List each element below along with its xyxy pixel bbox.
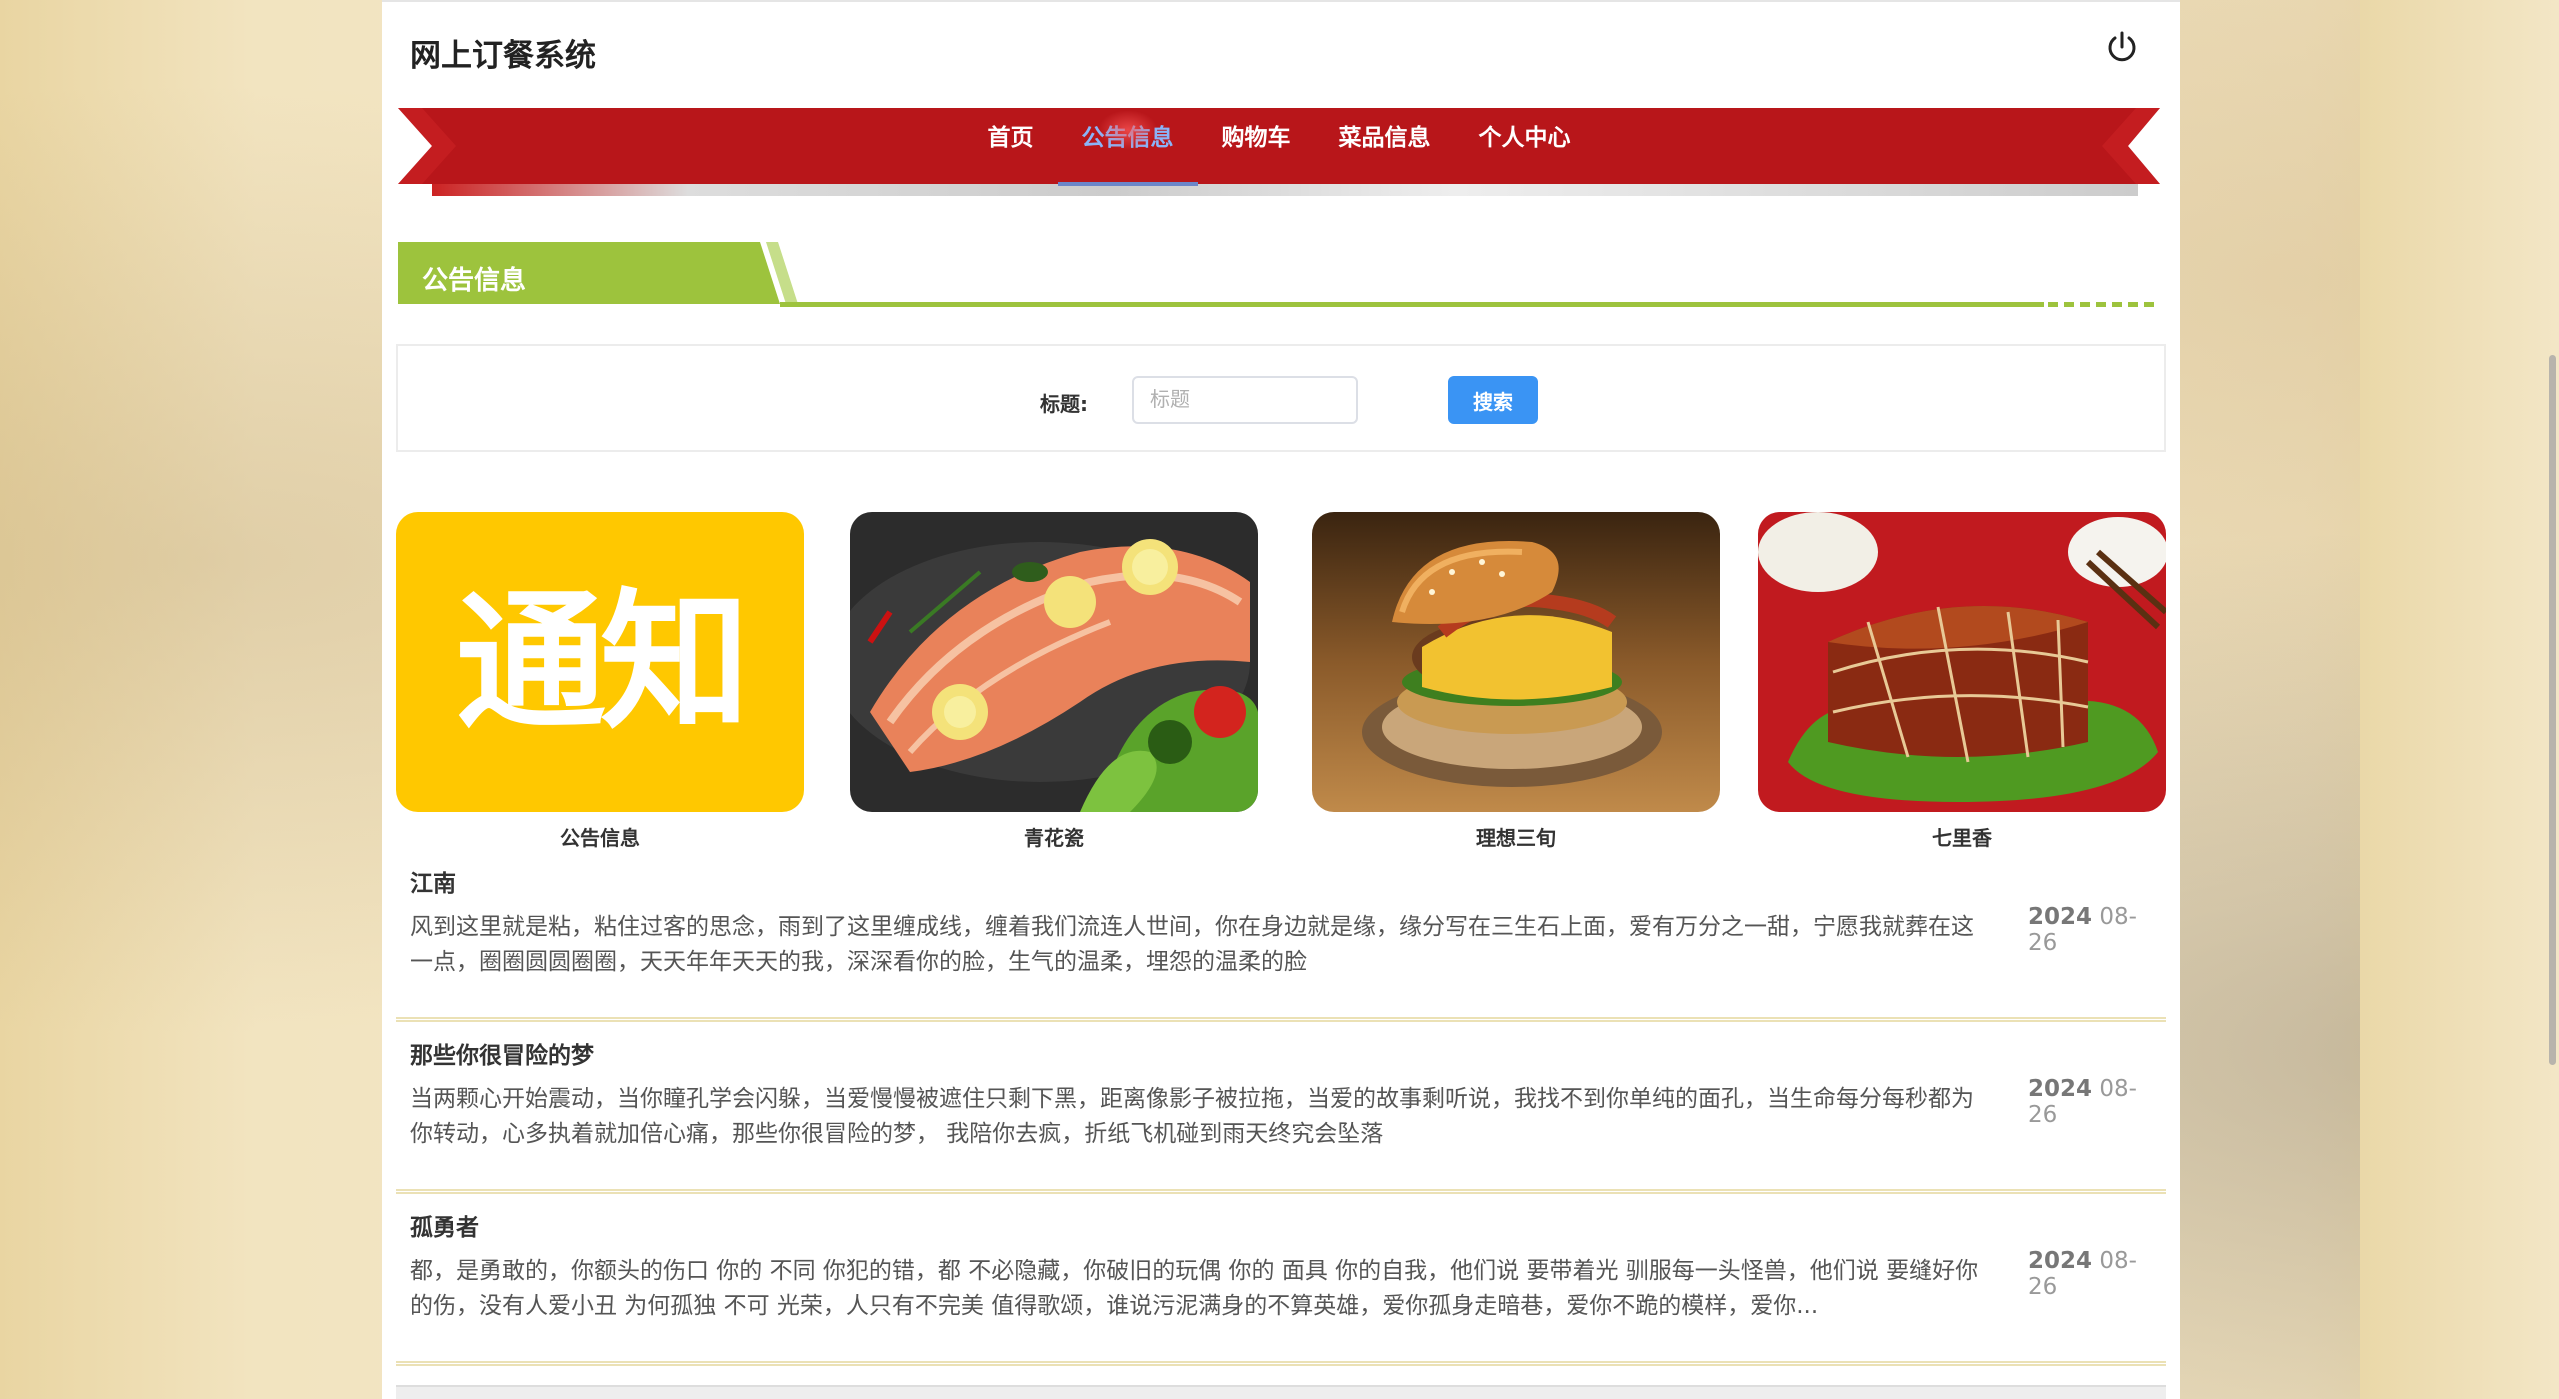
scrollbar-thumb[interactable] [2549, 355, 2556, 1065]
card-caption: 理想三旬 [1476, 826, 1556, 850]
list-item[interactable]: 江南 风到这里就是粘，粘住过客的思念，雨到了这里缠成线，缠着我们流连人世间，你在… [396, 850, 2166, 1022]
notice-title: 孤勇者 [410, 1215, 479, 1241]
notice-image: 通知 [396, 512, 804, 812]
notice-date: 2024 08-26 [2028, 1248, 2166, 1300]
burger-image [1312, 512, 1720, 812]
section-title: 公告信息 [422, 266, 527, 296]
notice-date: 2024 08-26 [2028, 1076, 2166, 1128]
card-caption: 公告信息 [560, 826, 640, 850]
notice-image-text: 通知 [455, 574, 750, 750]
nav-cart[interactable]: 购物车 [1198, 108, 1315, 184]
app-title: 网上订餐系统 [410, 38, 596, 74]
search-button[interactable]: 搜索 [1448, 376, 1538, 424]
search-panel: 标题: 搜索 [396, 344, 2166, 452]
notice-year: 2024 [2028, 904, 2093, 930]
list-item[interactable]: 孤勇者 都，是勇敢的，你额头的伤口 你的 不同 你犯的错，都 不必隐藏，你破旧的… [396, 1194, 2166, 1366]
notice-date: 2024 08-26 [2028, 904, 2166, 956]
notice-title: 江南 [410, 871, 456, 897]
notice-body: 当两颗心开始震动，当你瞳孔学会闪躲，当爱慢慢被遮住只剩下黑，距离像影子被拉拖，当… [410, 1086, 1974, 1147]
nav-profile[interactable]: 个人中心 [1455, 108, 1595, 184]
nav-notices[interactable]: 公告信息 [1057, 108, 1198, 186]
right-margin [2360, 0, 2559, 1399]
next-section-edge [396, 1385, 2166, 1399]
carousel-cards: 通知 公告信息 青花瓷 理想三旬 七里香 [396, 512, 2166, 852]
section-header-banner [398, 242, 2154, 307]
nav-dishes[interactable]: 菜品信息 [1315, 108, 1455, 184]
notice-title: 那些你很冒险的梦 [410, 1043, 594, 1069]
card-dish-3[interactable]: 七里香 [1758, 512, 2166, 851]
main-page: 网上订餐系统 首页 公告信息 购物车 菜品信息 个人中心 公告信息 标题: 标题… [382, 0, 2180, 1399]
card-notice[interactable]: 通知 公告信息 [396, 512, 804, 851]
search-input[interactable] [1132, 376, 1358, 424]
card-caption: 七里香 [1932, 826, 1992, 850]
nav-under-band [432, 184, 2138, 196]
card-dish-2[interactable]: 理想三旬 [1312, 512, 1720, 851]
notice-body: 都，是勇敢的，你额头的伤口 你的 不同 你犯的错，都 不必隐藏，你破旧的玩偶 你… [410, 1258, 1979, 1319]
notice-body: 风到这里就是粘，粘住过客的思念，雨到了这里缠成线，缠着我们流连人世间，你在身边就… [410, 914, 1974, 975]
search-label: 标题: [1040, 392, 1088, 416]
top-bar: 网上订餐系统 [382, 0, 2180, 92]
power-icon[interactable] [2102, 28, 2142, 68]
section-header: 公告信息 [398, 242, 2166, 312]
list-item[interactable]: 那些你很冒险的梦 当两颗心开始震动，当你瞳孔学会闪躲，当爱慢慢被遮住只剩下黑，距… [396, 1022, 2166, 1194]
main-nav: 首页 公告信息 购物车 菜品信息 个人中心 [398, 108, 2160, 198]
notice-year: 2024 [2028, 1248, 2093, 1274]
notice-list: 江南 风到这里就是粘，粘住过客的思念，雨到了这里缠成线，缠着我们流连人世间，你在… [396, 850, 2166, 1366]
notice-year: 2024 [2028, 1076, 2093, 1102]
nav-home[interactable]: 首页 [964, 108, 1058, 184]
card-caption: 青花瓷 [1024, 826, 1084, 850]
card-dish-1[interactable]: 青花瓷 [850, 512, 1258, 851]
salmon-dish-image [850, 512, 1258, 812]
braised-pork-image [1758, 512, 2166, 812]
